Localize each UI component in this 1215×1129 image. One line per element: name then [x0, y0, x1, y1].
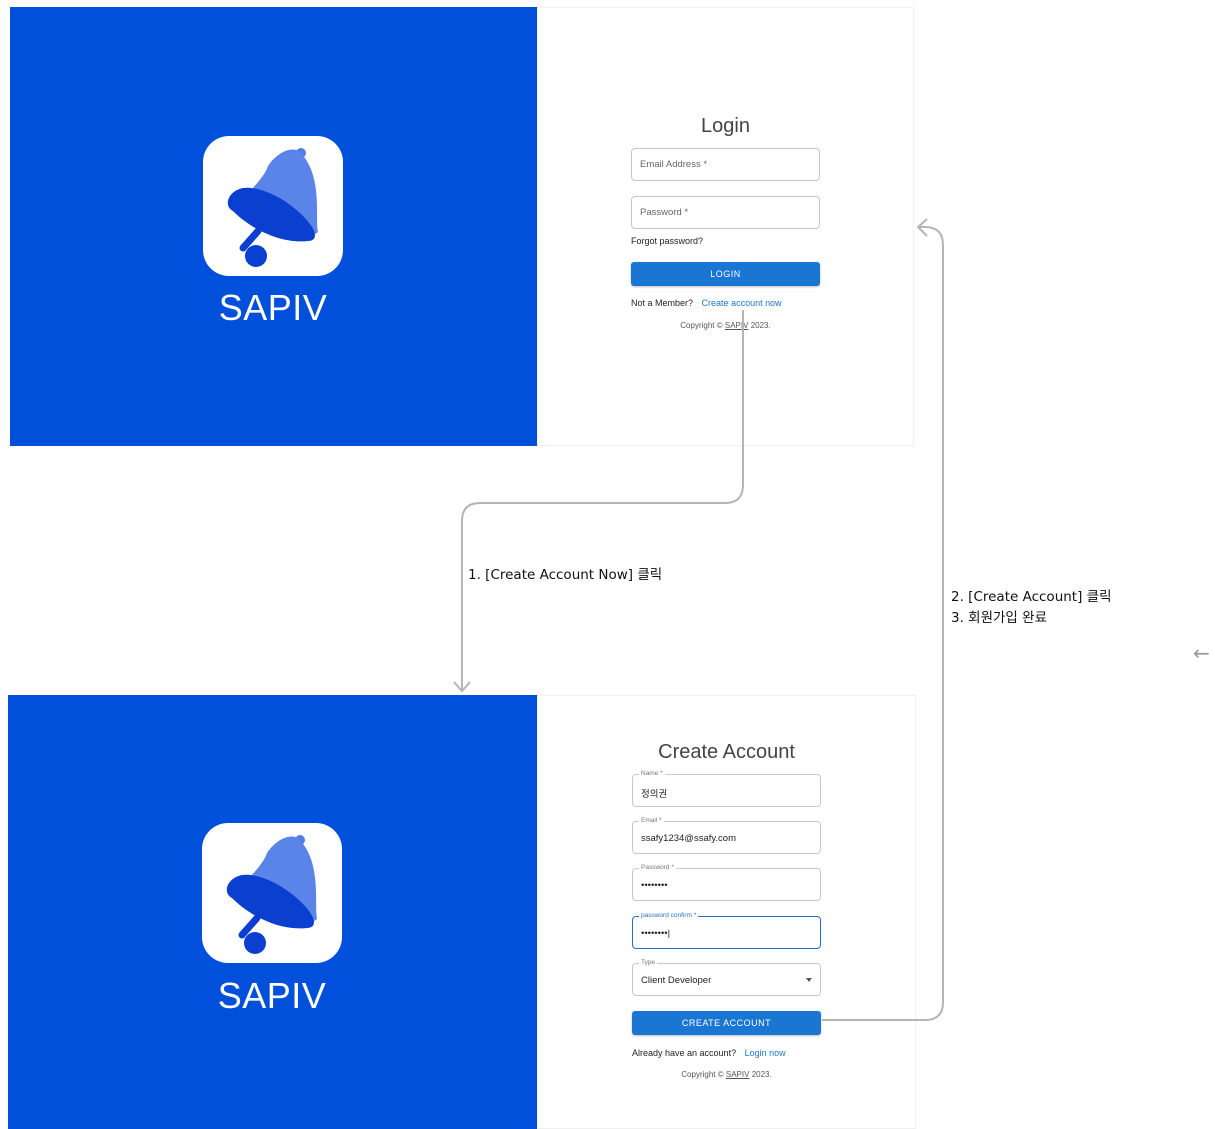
login-now-link[interactable]: Login now	[745, 1048, 786, 1058]
login-brand-panel: SAPIV	[10, 7, 537, 446]
have-account-text: Already have an account?	[632, 1048, 737, 1058]
login-prompt: Already have an account? Login now	[632, 1048, 786, 1058]
copyright-prefix: Copyright ©	[680, 321, 723, 330]
step2-annotation: 2. [Create Account] 클릭	[951, 589, 1112, 605]
step1-annotation: 1. [Create Account Now] 클릭	[468, 567, 663, 583]
copyright-prefix: Copyright ©	[681, 1070, 724, 1079]
email-placeholder: Email Address *	[640, 159, 708, 170]
copyright-brand-link[interactable]: SAPIV	[725, 321, 749, 330]
password-field[interactable]: Password *	[631, 196, 820, 229]
password-label: Password *	[639, 864, 676, 871]
signup-prompt: Not a Member? Create account now	[631, 298, 782, 308]
create-account-now-link[interactable]: Create account now	[702, 298, 782, 308]
arrow-to-login-head	[916, 218, 928, 237]
arrow-left-icon[interactable]: ←	[1193, 641, 1210, 665]
not-member-text: Not a Member?	[631, 298, 694, 308]
signup-brand-name: SAPIV	[217, 975, 327, 1016]
type-value: Client Developer	[641, 975, 712, 986]
copyright-year: 2023.	[751, 1070, 772, 1079]
signup-app-logo	[202, 823, 342, 963]
step3-annotation: 3. 회원가입 완료	[951, 610, 1047, 626]
name-label: Name *	[639, 770, 665, 777]
email-label: Email *	[639, 817, 664, 824]
login-app-logo	[203, 136, 343, 276]
password-confirm-label: password confirm *	[639, 912, 699, 919]
signup-password-field[interactable]: Password * ••••••••	[632, 864, 821, 901]
copyright-brand-link[interactable]: SAPIV	[726, 1070, 750, 1079]
signup-copyright: Copyright © SAPIV 2023.	[632, 1070, 821, 1079]
login-brand-name: SAPIV	[218, 287, 328, 328]
password-value: ••••••••	[641, 880, 668, 891]
email-value: ssafy1234@ssafy.com	[641, 833, 737, 844]
login-copyright: Copyright © SAPIV 2023.	[631, 321, 820, 330]
signup-brand-panel: SAPIV	[8, 695, 537, 1129]
login-title: Login	[701, 115, 750, 137]
email-field[interactable]: Email Address *	[631, 148, 820, 181]
forgot-password-link[interactable]: Forgot password?	[631, 236, 703, 246]
arrow-to-signup-head	[453, 681, 471, 693]
bell-icon	[227, 148, 318, 267]
type-select[interactable]: Type Client Developer	[632, 959, 821, 996]
password-confirm-field[interactable]: password confirm * ••••••••|	[632, 912, 821, 949]
password-placeholder: Password *	[640, 207, 689, 218]
name-field[interactable]: Name * 정의권	[632, 770, 821, 807]
copyright-year: 2023.	[750, 321, 771, 330]
name-value: 정의권	[641, 789, 668, 800]
bell-icon	[226, 835, 317, 954]
signup-title: Create Account	[658, 741, 795, 763]
password-confirm-value: ••••••••|	[641, 928, 671, 939]
signup-email-field[interactable]: Email * ssafy1234@ssafy.com	[632, 817, 821, 854]
create-account-button[interactable]: CREATE ACCOUNT	[632, 1011, 821, 1035]
login-button[interactable]: LOGIN	[631, 262, 820, 286]
type-label: Type	[639, 959, 658, 966]
chevron-down-icon[interactable]	[806, 978, 812, 982]
